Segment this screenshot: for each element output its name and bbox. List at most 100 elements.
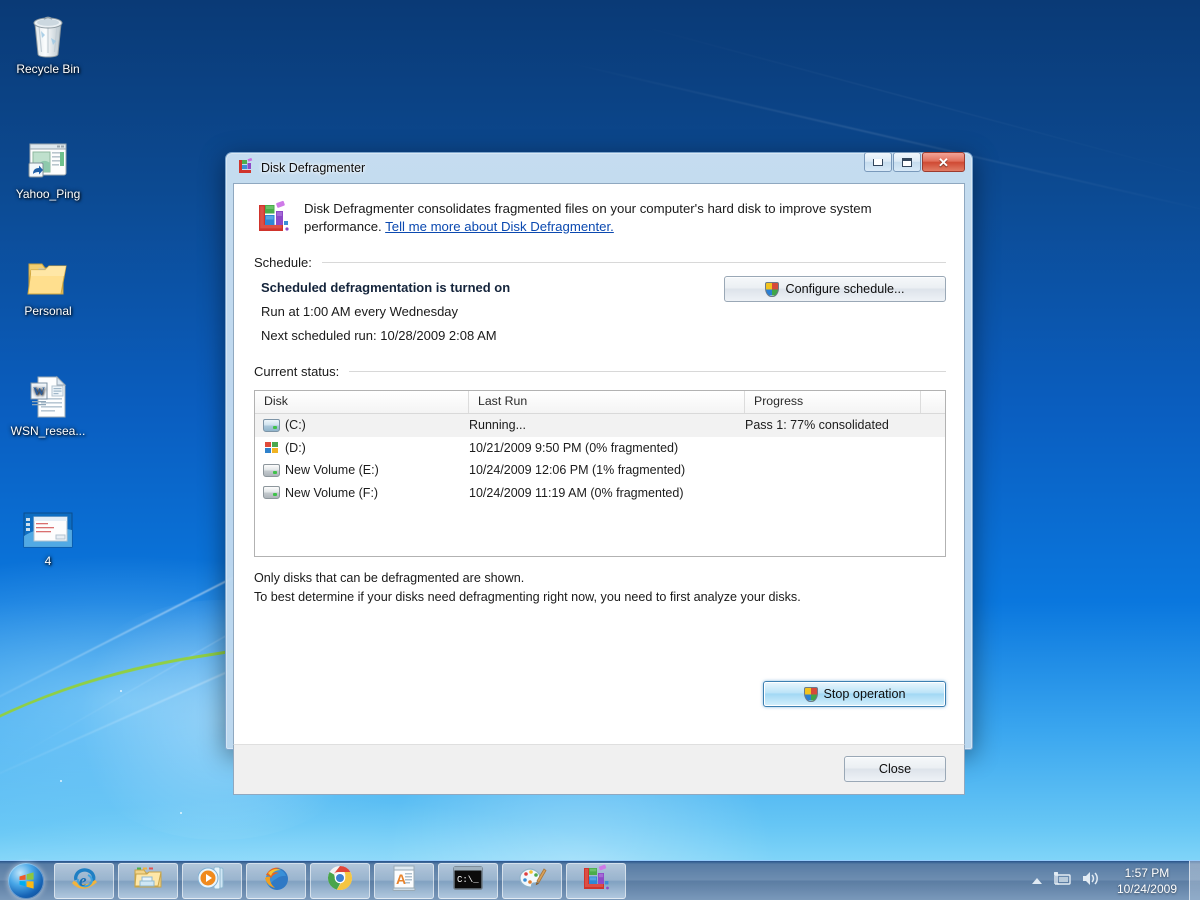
disk-defragmenter-window[interactable]: Disk Defragmenter ✕ <box>225 152 973 750</box>
window-footer: Close <box>233 744 965 795</box>
shield-icon <box>765 282 779 297</box>
table-row[interactable]: New Volume (E:) 10/24/2009 12:06 PM (1% … <box>255 459 945 482</box>
configure-schedule-button[interactable]: Configure schedule... <box>724 276 946 302</box>
minimize-button[interactable] <box>864 152 892 172</box>
disk-name: (C:) <box>285 418 306 432</box>
window-title-bar[interactable]: Disk Defragmenter ✕ <box>233 153 965 183</box>
show-hidden-icons-button[interactable] <box>1032 878 1042 884</box>
disk-defragmenter-icon <box>582 864 610 897</box>
command-prompt-icon: C:\_ <box>453 866 483 895</box>
firefox-icon <box>262 864 290 897</box>
internet-explorer-icon: e <box>69 863 99 898</box>
taskbar-button-wordpad[interactable]: A <box>374 863 434 899</box>
schedule-section: Scheduled defragmentation is turned on R… <box>261 280 946 360</box>
disk-name: New Volume (E:) <box>285 463 379 477</box>
google-chrome-icon <box>326 864 354 897</box>
schedule-run-at: Run at 1:00 AM every Wednesday <box>261 304 946 319</box>
wordpad-icon: A <box>391 864 417 897</box>
column-header-progress[interactable]: Progress <box>745 391 921 413</box>
last-run-cell: 10/24/2009 11:19 AM (0% fragmented) <box>469 486 745 500</box>
disk-cell: New Volume (E:) <box>255 463 469 477</box>
taskbar-button-windows-media-player[interactable] <box>182 863 242 899</box>
notes-line-1: Only disks that can be defragmented are … <box>254 569 946 588</box>
column-header-last-run[interactable]: Last Run <box>469 391 745 413</box>
current-status-group-label: Current status: <box>254 364 339 379</box>
desktop-icon-wsn-research[interactable]: W WSN_resea... <box>2 370 94 438</box>
disk-defragmenter-icon <box>237 157 254 179</box>
progress-cell: Pass 1: 77% consolidated <box>745 418 921 432</box>
tell-me-more-link[interactable]: Tell me more about Disk Defragmenter. <box>385 219 614 234</box>
group-divider <box>322 262 946 263</box>
recycle-bin-icon <box>2 8 94 58</box>
taskbar-button-windows-explorer[interactable] <box>118 863 178 899</box>
table-row[interactable]: (D:) 10/21/2009 9:50 PM (0% fragmented) <box>255 437 945 460</box>
taskbar-clock[interactable]: 1:57 PM 10/24/2009 <box>1111 865 1183 897</box>
application-shortcut-icon <box>2 133 94 183</box>
taskbar-button-google-chrome[interactable] <box>310 863 370 899</box>
stop-operation-button[interactable]: Stop operation <box>763 681 946 707</box>
window-controls[interactable]: ✕ <box>864 152 965 172</box>
maximize-button[interactable] <box>893 152 921 172</box>
table-row[interactable]: (C:) Running... Pass 1: 77% consolidated <box>255 414 945 437</box>
disk-name: New Volume (F:) <box>285 486 378 500</box>
last-run-cell: 10/24/2009 12:06 PM (1% fragmented) <box>469 463 745 477</box>
svg-text:C:\_: C:\_ <box>457 875 479 885</box>
clock-date: 10/24/2009 <box>1117 881 1177 897</box>
disk-list-notes: Only disks that can be defragmented are … <box>254 569 946 606</box>
taskbar-button-firefox[interactable] <box>246 863 306 899</box>
column-header-disk[interactable]: Disk <box>255 391 469 413</box>
window-client-area: Disk Defragmenter consolidates fragmente… <box>233 183 965 744</box>
desktop-icon-label: Personal <box>22 304 73 318</box>
window-title: Disk Defragmenter <box>261 161 365 175</box>
notes-line-2: To best determine if your disks need def… <box>254 588 946 607</box>
taskbar-button-disk-defragmenter[interactable] <box>566 863 626 899</box>
paint-icon <box>517 864 547 897</box>
svg-text:W: W <box>33 384 45 398</box>
hard-drive-icon <box>263 464 280 477</box>
close-dialog-label: Close <box>879 762 911 776</box>
disk-list-header[interactable]: Disk Last Run Progress <box>255 391 945 414</box>
desktop-icon-yahoo-ping[interactable]: Yahoo_Ping <box>2 133 94 201</box>
current-status-group-header: Current status: <box>254 364 946 379</box>
intro-text-block: Disk Defragmenter consolidates fragmente… <box>304 200 946 236</box>
windows-logo-icon <box>8 863 44 899</box>
start-button[interactable] <box>2 862 50 900</box>
desktop-icon-label: Recycle Bin <box>14 62 81 76</box>
desktop-icon-thumbnail-4[interactable]: 4 <box>2 500 94 568</box>
shield-icon <box>804 687 818 702</box>
windows-explorer-icon <box>133 865 163 896</box>
windows-media-player-icon <box>198 865 226 896</box>
maximize-icon <box>902 158 912 167</box>
last-run-cell: Running... <box>469 418 745 432</box>
folder-icon <box>2 250 94 300</box>
hard-drive-icon <box>263 486 280 499</box>
taskbar-button-paint[interactable] <box>502 863 562 899</box>
system-tray[interactable]: 1:57 PM 10/24/2009 <box>1032 865 1189 897</box>
disk-defragmenter-large-icon <box>256 200 290 239</box>
svg-text:A: A <box>396 871 406 887</box>
taskbar-button-internet-explorer[interactable]: e <box>54 863 114 899</box>
network-icon[interactable] <box>1052 870 1071 892</box>
disk-cell: New Volume (F:) <box>255 486 469 500</box>
column-header-extra[interactable] <box>921 391 945 413</box>
desktop-icon-label: 4 <box>43 554 54 568</box>
close-button[interactable]: ✕ <box>922 152 965 172</box>
configure-schedule-label: Configure schedule... <box>785 282 904 296</box>
close-dialog-button[interactable]: Close <box>844 756 946 782</box>
disk-cell: (D:) <box>255 441 469 455</box>
disk-list[interactable]: Disk Last Run Progress (C:) Running... P… <box>254 390 946 557</box>
desktop-icon-recycle-bin[interactable]: Recycle Bin <box>2 8 94 76</box>
clock-time: 1:57 PM <box>1117 865 1177 881</box>
svg-text:e: e <box>79 871 87 890</box>
group-divider <box>349 371 946 372</box>
schedule-next-run: Next scheduled run: 10/28/2009 2:08 AM <box>261 328 946 343</box>
last-run-cell: 10/21/2009 9:50 PM (0% fragmented) <box>469 441 745 455</box>
desktop-icon-label: WSN_resea... <box>9 424 88 438</box>
desktop-icon-personal[interactable]: Personal <box>2 250 94 318</box>
taskbar-button-command-prompt[interactable]: C:\_ <box>438 863 498 899</box>
table-row[interactable]: New Volume (F:) 10/24/2009 11:19 AM (0% … <box>255 482 945 505</box>
volume-icon[interactable] <box>1081 870 1101 892</box>
minimize-icon <box>873 159 883 166</box>
show-desktop-button[interactable] <box>1189 861 1200 900</box>
taskbar[interactable]: e <box>0 860 1200 900</box>
